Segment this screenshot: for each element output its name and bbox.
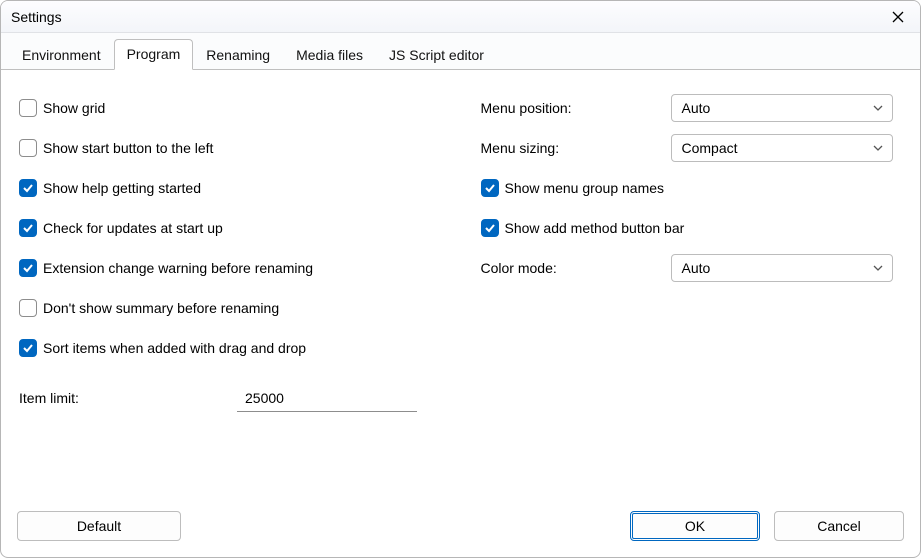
chevron-down-icon <box>872 102 884 114</box>
tab-environment[interactable]: Environment <box>9 40 114 70</box>
checkbox-show-add-method[interactable] <box>481 219 499 237</box>
label-show-start-left: Show start button to the left <box>43 140 213 156</box>
settings-window: Settings Environment Program Renaming Me… <box>0 0 921 558</box>
tab-media-files[interactable]: Media files <box>283 40 376 70</box>
label-show-grid: Show grid <box>43 100 105 116</box>
left-column: Show grid Show start button to the left … <box>19 88 441 489</box>
ok-button[interactable]: OK <box>630 511 760 541</box>
tab-program[interactable]: Program <box>114 39 194 70</box>
select-menu-sizing[interactable]: Compact <box>671 134 893 162</box>
chevron-down-icon <box>872 262 884 274</box>
row-show-group-names: Show menu group names <box>481 168 903 208</box>
row-ext-warn: Extension change warning before renaming <box>19 248 441 288</box>
label-show-group-names: Show menu group names <box>505 180 665 196</box>
row-show-add-method: Show add method button bar <box>481 208 903 248</box>
checkbox-sort-drag[interactable] <box>19 339 37 357</box>
window-title: Settings <box>11 9 62 25</box>
check-icon <box>22 262 34 274</box>
row-item-limit: Item limit: <box>19 378 441 418</box>
label-menu-position: Menu position: <box>481 100 671 116</box>
checkbox-show-grid[interactable] <box>19 99 37 117</box>
row-check-updates: Check for updates at start up <box>19 208 441 248</box>
default-button[interactable]: Default <box>17 511 181 541</box>
label-item-limit: Item limit: <box>19 390 237 406</box>
right-column: Menu position: Auto Menu sizing: Compact… <box>481 88 903 489</box>
check-icon <box>22 182 34 194</box>
tab-renaming[interactable]: Renaming <box>193 40 283 70</box>
select-color-mode[interactable]: Auto <box>671 254 893 282</box>
row-menu-position: Menu position: Auto <box>481 88 903 128</box>
label-no-summary: Don't show summary before renaming <box>43 300 279 316</box>
checkbox-check-updates[interactable] <box>19 219 37 237</box>
close-icon <box>892 11 904 23</box>
chevron-down-icon <box>872 142 884 154</box>
row-show-help: Show help getting started <box>19 168 441 208</box>
label-show-help: Show help getting started <box>43 180 201 196</box>
label-color-mode: Color mode: <box>481 260 671 276</box>
row-no-summary: Don't show summary before renaming <box>19 288 441 328</box>
tab-strip: Environment Program Renaming Media files… <box>1 33 920 70</box>
content-area: Show grid Show start button to the left … <box>1 70 920 499</box>
titlebar: Settings <box>1 1 920 33</box>
row-show-start-left: Show start button to the left <box>19 128 441 168</box>
button-bar: Default OK Cancel <box>1 499 920 557</box>
label-show-add-method: Show add method button bar <box>505 220 685 236</box>
checkbox-no-summary[interactable] <box>19 299 37 317</box>
select-menu-position[interactable]: Auto <box>671 94 893 122</box>
row-show-grid: Show grid <box>19 88 441 128</box>
check-icon <box>22 342 34 354</box>
checkbox-show-start-left[interactable] <box>19 139 37 157</box>
select-menu-sizing-value: Compact <box>682 140 738 156</box>
label-check-updates: Check for updates at start up <box>43 220 223 236</box>
button-bar-right: OK Cancel <box>630 511 904 541</box>
row-color-mode: Color mode: Auto <box>481 248 903 288</box>
checkbox-ext-warn[interactable] <box>19 259 37 277</box>
label-menu-sizing: Menu sizing: <box>481 140 671 156</box>
check-icon <box>22 222 34 234</box>
row-menu-sizing: Menu sizing: Compact <box>481 128 903 168</box>
check-icon <box>484 182 496 194</box>
close-button[interactable] <box>876 1 920 33</box>
select-color-mode-value: Auto <box>682 260 711 276</box>
checkbox-show-group-names[interactable] <box>481 179 499 197</box>
label-sort-drag: Sort items when added with drag and drop <box>43 340 306 356</box>
cancel-button[interactable]: Cancel <box>774 511 904 541</box>
input-item-limit[interactable] <box>237 384 417 412</box>
label-ext-warn: Extension change warning before renaming <box>43 260 313 276</box>
check-icon <box>484 222 496 234</box>
select-menu-position-value: Auto <box>682 100 711 116</box>
row-sort-drag: Sort items when added with drag and drop <box>19 328 441 368</box>
tab-js-script-editor[interactable]: JS Script editor <box>376 40 497 70</box>
checkbox-show-help[interactable] <box>19 179 37 197</box>
